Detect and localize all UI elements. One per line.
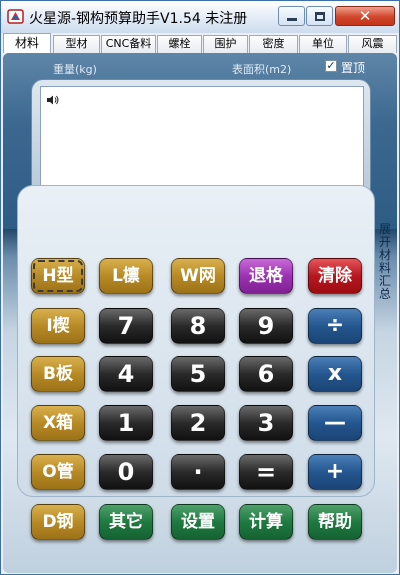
tab-profile[interactable]: 型材	[53, 35, 100, 53]
key-o-pipe[interactable]: O管	[31, 454, 85, 490]
key-7[interactable]: 7	[99, 308, 153, 344]
key-2[interactable]: 2	[171, 405, 225, 441]
backspace-button[interactable]: 退格	[239, 258, 293, 294]
key-h-beam[interactable]: H型	[31, 258, 85, 294]
calculate-button[interactable]: 计算	[239, 504, 293, 540]
area-label: 表面积(m2)	[232, 63, 292, 76]
key-8[interactable]: 8	[171, 308, 225, 344]
key-w-grid[interactable]: W网	[171, 258, 225, 294]
settings-button[interactable]: 设置	[171, 504, 225, 540]
clear-button[interactable]: 清除	[308, 258, 362, 294]
tab-cnc[interactable]: CNC备料	[101, 35, 156, 53]
title-bar[interactable]: 火星源-钢构预算助手V1.54 未注册 ✕	[1, 1, 399, 33]
app-window: 火星源-钢构预算助手V1.54 未注册 ✕ 材料 型材 CNC备料 螺栓 围护 …	[0, 0, 400, 575]
pin-checkbox[interactable]: ✓	[325, 60, 337, 72]
tab-bolt[interactable]: 螺栓	[157, 35, 202, 53]
display-frame	[31, 79, 371, 199]
key-b-plate[interactable]: B板	[31, 356, 85, 392]
other-button[interactable]: 其它	[99, 504, 153, 540]
key-5[interactable]: 5	[171, 356, 225, 392]
window-title: 火星源-钢构预算助手V1.54 未注册	[29, 11, 248, 27]
result-display[interactable]	[40, 86, 364, 191]
key-d-steel[interactable]: D钢	[31, 504, 85, 540]
key-x-box[interactable]: X箱	[31, 405, 85, 441]
equals-button[interactable]: =	[239, 454, 293, 490]
pin-label[interactable]: 置顶	[341, 59, 365, 76]
key-9[interactable]: 9	[239, 308, 293, 344]
key-6[interactable]: 6	[239, 356, 293, 392]
decimal-button[interactable]: ·	[171, 454, 225, 490]
close-button[interactable]: ✕	[335, 6, 395, 26]
speaker-icon[interactable]	[46, 95, 60, 105]
key-i-wedge[interactable]: I楔	[31, 308, 85, 344]
tab-material[interactable]: 材料	[3, 33, 51, 53]
maximize-icon	[315, 12, 325, 21]
tab-bar: 材料 型材 CNC备料 螺栓 围护 密度 单位 风震	[1, 33, 399, 53]
key-4[interactable]: 4	[99, 356, 153, 392]
key-l-purlin[interactable]: L檩	[99, 258, 153, 294]
subtract-button[interactable]: —	[308, 405, 362, 441]
divide-button[interactable]: ÷	[308, 308, 362, 344]
tab-enclosure[interactable]: 围护	[203, 35, 248, 53]
tab-unit[interactable]: 单位	[299, 35, 347, 53]
key-1[interactable]: 1	[99, 405, 153, 441]
multiply-button[interactable]: x	[308, 356, 362, 392]
key-3[interactable]: 3	[239, 405, 293, 441]
minimize-icon	[287, 18, 297, 21]
key-0[interactable]: 0	[99, 454, 153, 490]
add-button[interactable]: +	[308, 454, 362, 490]
weight-label: 重量(kg)	[53, 63, 97, 76]
app-icon	[7, 9, 24, 24]
tab-wind[interactable]: 风震	[348, 35, 397, 53]
tab-density[interactable]: 密度	[249, 35, 298, 53]
minimize-button[interactable]	[278, 6, 305, 26]
expand-material-summary[interactable]: 展开材料汇总	[378, 223, 392, 301]
maximize-button[interactable]	[306, 6, 333, 26]
close-icon: ✕	[358, 7, 372, 25]
help-button[interactable]: 帮助	[308, 504, 362, 540]
